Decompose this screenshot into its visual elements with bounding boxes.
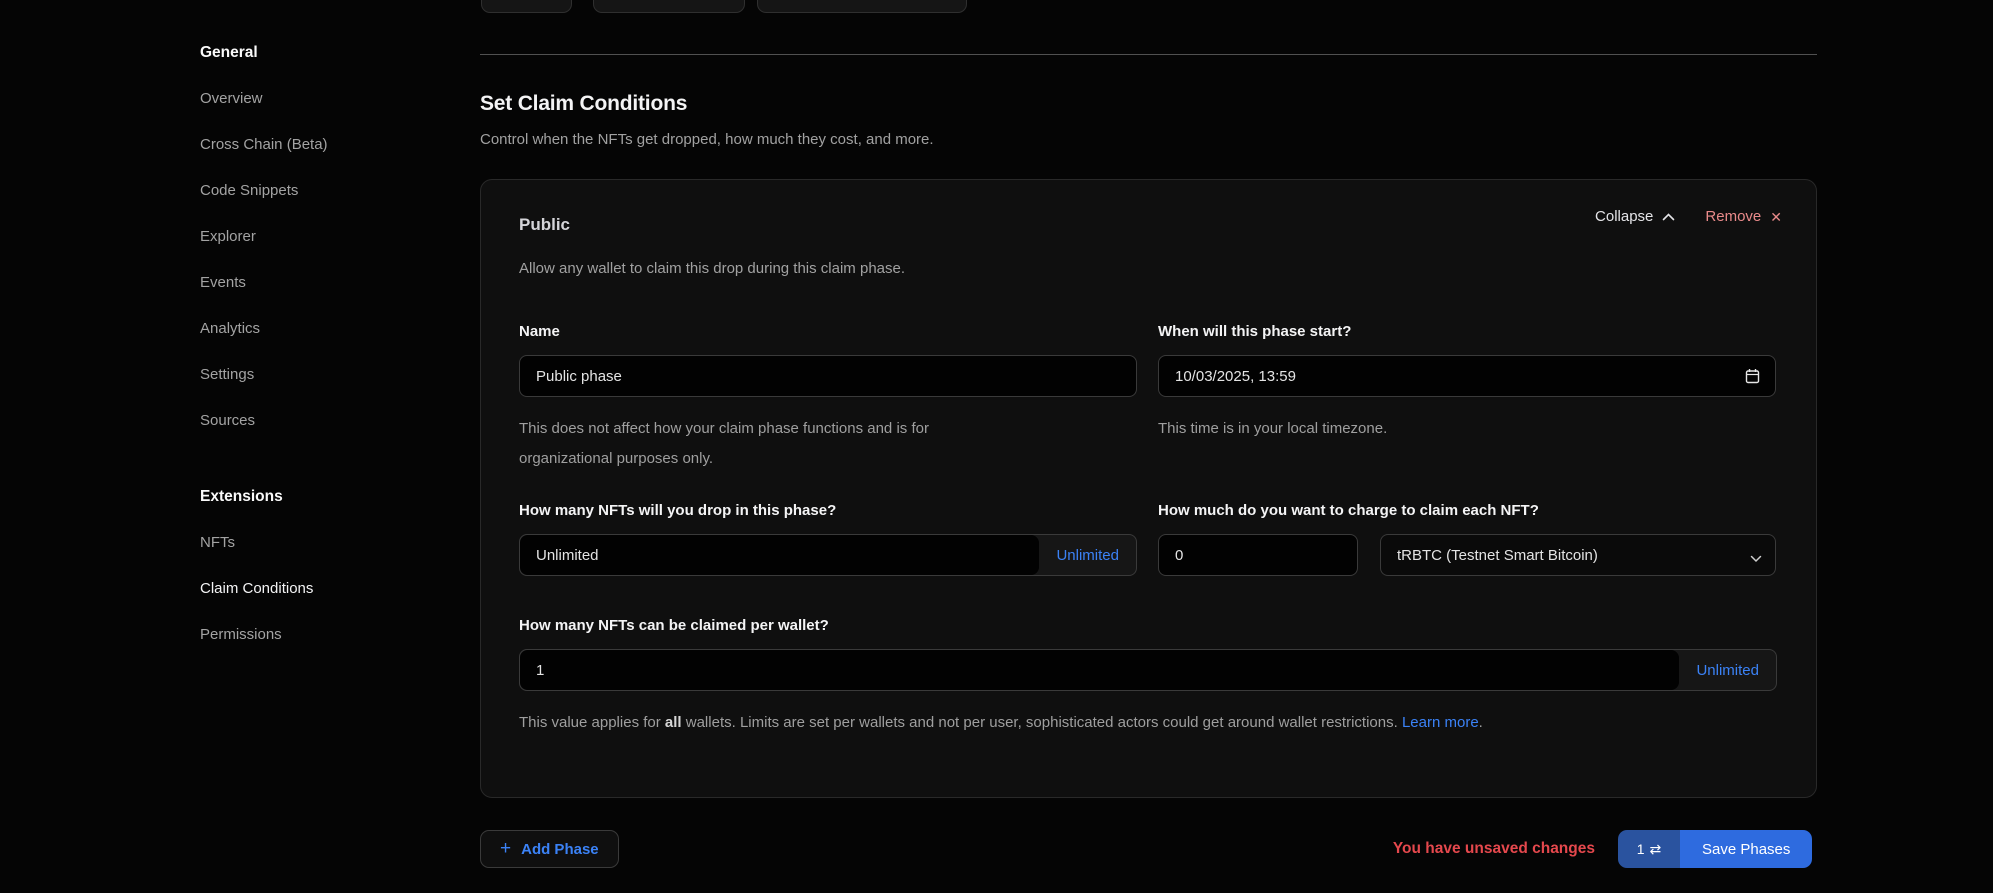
- phase-description: Allow any wallet to claim this drop duri…: [519, 260, 905, 277]
- sidebar-item-cross-chain[interactable]: Cross Chain (Beta): [200, 136, 400, 154]
- sidebar-item-sources[interactable]: Sources: [200, 412, 400, 430]
- per-wallet-unlimited-button[interactable]: Unlimited: [1679, 650, 1776, 690]
- close-icon: ✕: [1770, 210, 1782, 224]
- chevron-down-icon: [1750, 550, 1762, 567]
- start-time-value: 10/03/2025, 13:59: [1175, 368, 1296, 385]
- per-wallet-help-bold: all: [665, 714, 682, 731]
- supply-label: How many NFTs will you drop in this phas…: [519, 502, 1137, 520]
- sidebar: General Overview Cross Chain (Beta) Code…: [200, 44, 400, 672]
- save-button-group: 1 ⇄ Save Phases: [1618, 830, 1812, 868]
- sidebar-item-code-snippets[interactable]: Code Snippets: [200, 182, 400, 200]
- field-per-wallet: How many NFTs can be claimed per wallet?…: [519, 617, 1777, 738]
- start-time-input[interactable]: 10/03/2025, 13:59: [1158, 355, 1776, 397]
- copy-icon: [617, 0, 630, 3]
- per-wallet-help: This value applies for all wallets. Limi…: [519, 708, 1644, 738]
- currency-value: tRBTC (Testnet Smart Bitcoin): [1397, 547, 1598, 564]
- per-wallet-label: How many NFTs can be claimed per wallet?: [519, 617, 1777, 635]
- start-time-label: When will this phase start?: [1158, 323, 1776, 341]
- external-link-icon: [921, 0, 934, 3]
- per-wallet-input[interactable]: [520, 650, 1679, 690]
- sidebar-item-nfts[interactable]: NFTs: [200, 534, 400, 552]
- field-supply: How many NFTs will you drop in this phas…: [519, 502, 1137, 576]
- top-tab-button[interactable]: [481, 0, 572, 13]
- collapse-label: Collapse: [1595, 208, 1653, 225]
- explorer-link-button[interactable]: Rootstock Blockscout: [757, 0, 967, 13]
- supply-input-group: Unlimited: [519, 534, 1137, 576]
- contract-address-label: 0xeDe...448e9: [637, 0, 722, 3]
- page-title: Set Claim Conditions: [480, 92, 687, 116]
- per-wallet-help-text-2: wallets. Limits are set per wallets and …: [682, 714, 1402, 731]
- supply-input[interactable]: [520, 535, 1039, 575]
- start-time-help: This time is in your local timezone.: [1158, 414, 1776, 444]
- add-phase-button[interactable]: + Add Phase: [480, 830, 619, 868]
- claim-conditions-page: 0xeDe...448e9 Rootstock Blockscout Gener…: [0, 0, 1993, 893]
- page-subtitle: Control when the NFTs get dropped, how m…: [480, 131, 934, 148]
- sidebar-section-gap: [200, 458, 400, 488]
- save-phases-button[interactable]: Save Phases: [1680, 830, 1812, 868]
- name-label: Name: [519, 323, 1137, 341]
- header-divider: [480, 54, 1817, 55]
- calendar-icon[interactable]: [1745, 368, 1760, 388]
- supply-unlimited-button[interactable]: Unlimited: [1039, 535, 1136, 575]
- name-help: This does not affect how your claim phas…: [519, 414, 1024, 474]
- field-name: Name This does not affect how your claim…: [519, 323, 1137, 474]
- remove-label: Remove: [1705, 208, 1761, 225]
- remove-button[interactable]: Remove ✕: [1705, 208, 1782, 225]
- collapse-button[interactable]: Collapse: [1595, 208, 1675, 225]
- phase-card-actions: Collapse Remove ✕: [1595, 208, 1782, 225]
- sidebar-section-extensions: Extensions: [200, 488, 400, 506]
- price-amount-input[interactable]: [1158, 534, 1358, 576]
- per-wallet-help-end: .: [1479, 714, 1483, 731]
- phase-count-value: 1: [1637, 841, 1645, 857]
- currency-select[interactable]: tRBTC (Testnet Smart Bitcoin): [1380, 534, 1776, 576]
- sidebar-section-general: General: [200, 44, 400, 62]
- field-price: How much do you want to charge to claim …: [1158, 502, 1776, 576]
- phase-card: Public Collapse Remove ✕ Allow any walle…: [480, 179, 1817, 798]
- name-input[interactable]: [519, 355, 1137, 397]
- sidebar-item-events[interactable]: Events: [200, 274, 400, 292]
- sidebar-item-explorer[interactable]: Explorer: [200, 228, 400, 246]
- chevron-up-icon: [1662, 208, 1675, 225]
- swap-arrows-icon: ⇄: [1650, 841, 1662, 858]
- add-phase-label: Add Phase: [521, 841, 599, 858]
- learn-more-link[interactable]: Learn more: [1402, 714, 1479, 731]
- per-wallet-help-text: This value applies for: [519, 714, 665, 731]
- plus-icon: +: [500, 839, 511, 858]
- phase-count-badge[interactable]: 1 ⇄: [1618, 830, 1680, 868]
- explorer-link-label: Rootstock Blockscout: [790, 0, 914, 3]
- sidebar-item-claim-conditions[interactable]: Claim Conditions: [200, 580, 400, 598]
- sidebar-item-permissions[interactable]: Permissions: [200, 626, 400, 644]
- contract-address-button[interactable]: 0xeDe...448e9: [593, 0, 745, 13]
- price-row: tRBTC (Testnet Smart Bitcoin): [1158, 534, 1776, 576]
- price-label: How much do you want to charge to claim …: [1158, 502, 1776, 520]
- sidebar-item-settings[interactable]: Settings: [200, 366, 400, 384]
- phase-title: Public: [519, 215, 570, 235]
- field-start-time: When will this phase start? 10/03/2025, …: [1158, 323, 1776, 444]
- per-wallet-input-group: Unlimited: [519, 649, 1777, 691]
- sidebar-item-analytics[interactable]: Analytics: [200, 320, 400, 338]
- unsaved-changes-text: You have unsaved changes: [1393, 840, 1595, 858]
- sidebar-item-overview[interactable]: Overview: [200, 90, 400, 108]
